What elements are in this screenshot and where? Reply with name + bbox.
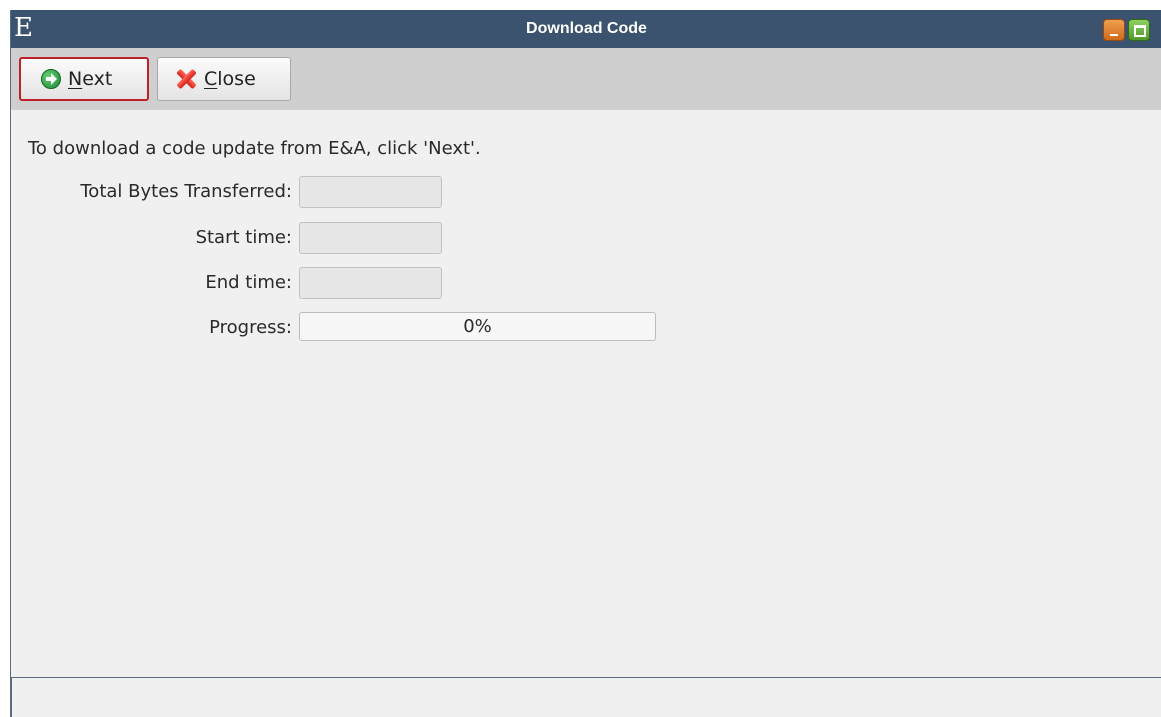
toolbar: Next Close — [11, 48, 1161, 110]
next-arrow-icon — [41, 69, 61, 89]
total-bytes-field — [299, 176, 442, 208]
close-label-rest: lose — [217, 68, 256, 90]
download-panel: To download a code update from E&A, clic… — [11, 110, 1161, 650]
red-x-icon — [174, 67, 198, 91]
total-bytes-label: Total Bytes Transferred: — [80, 181, 292, 202]
next-mnemonic: N — [68, 68, 83, 90]
close-mnemonic: C — [204, 68, 218, 90]
progress-label: Progress: — [209, 317, 292, 338]
next-button[interactable]: Next — [19, 57, 149, 101]
progress-percent: 0% — [463, 316, 492, 337]
progress-bar: 0% — [299, 312, 656, 341]
window-title: Download Code — [526, 20, 647, 37]
instruction-text: To download a code update from E&A, clic… — [28, 138, 481, 159]
end-time-field — [299, 267, 442, 299]
download-code-window: E Download Code Next Close To download a… — [10, 10, 1161, 717]
title-bar[interactable]: E Download Code — [11, 10, 1161, 48]
close-button-label: Close — [204, 68, 256, 90]
maximize-icon[interactable] — [1128, 19, 1150, 41]
start-time-field — [299, 222, 442, 254]
status-bar — [11, 677, 1161, 717]
next-button-label: Next — [68, 68, 112, 90]
minimize-icon[interactable] — [1103, 19, 1125, 41]
close-button[interactable]: Close — [157, 57, 291, 101]
next-label-rest: ext — [82, 68, 113, 90]
end-time-label: End time: — [205, 272, 292, 293]
start-time-label: Start time: — [195, 227, 292, 248]
